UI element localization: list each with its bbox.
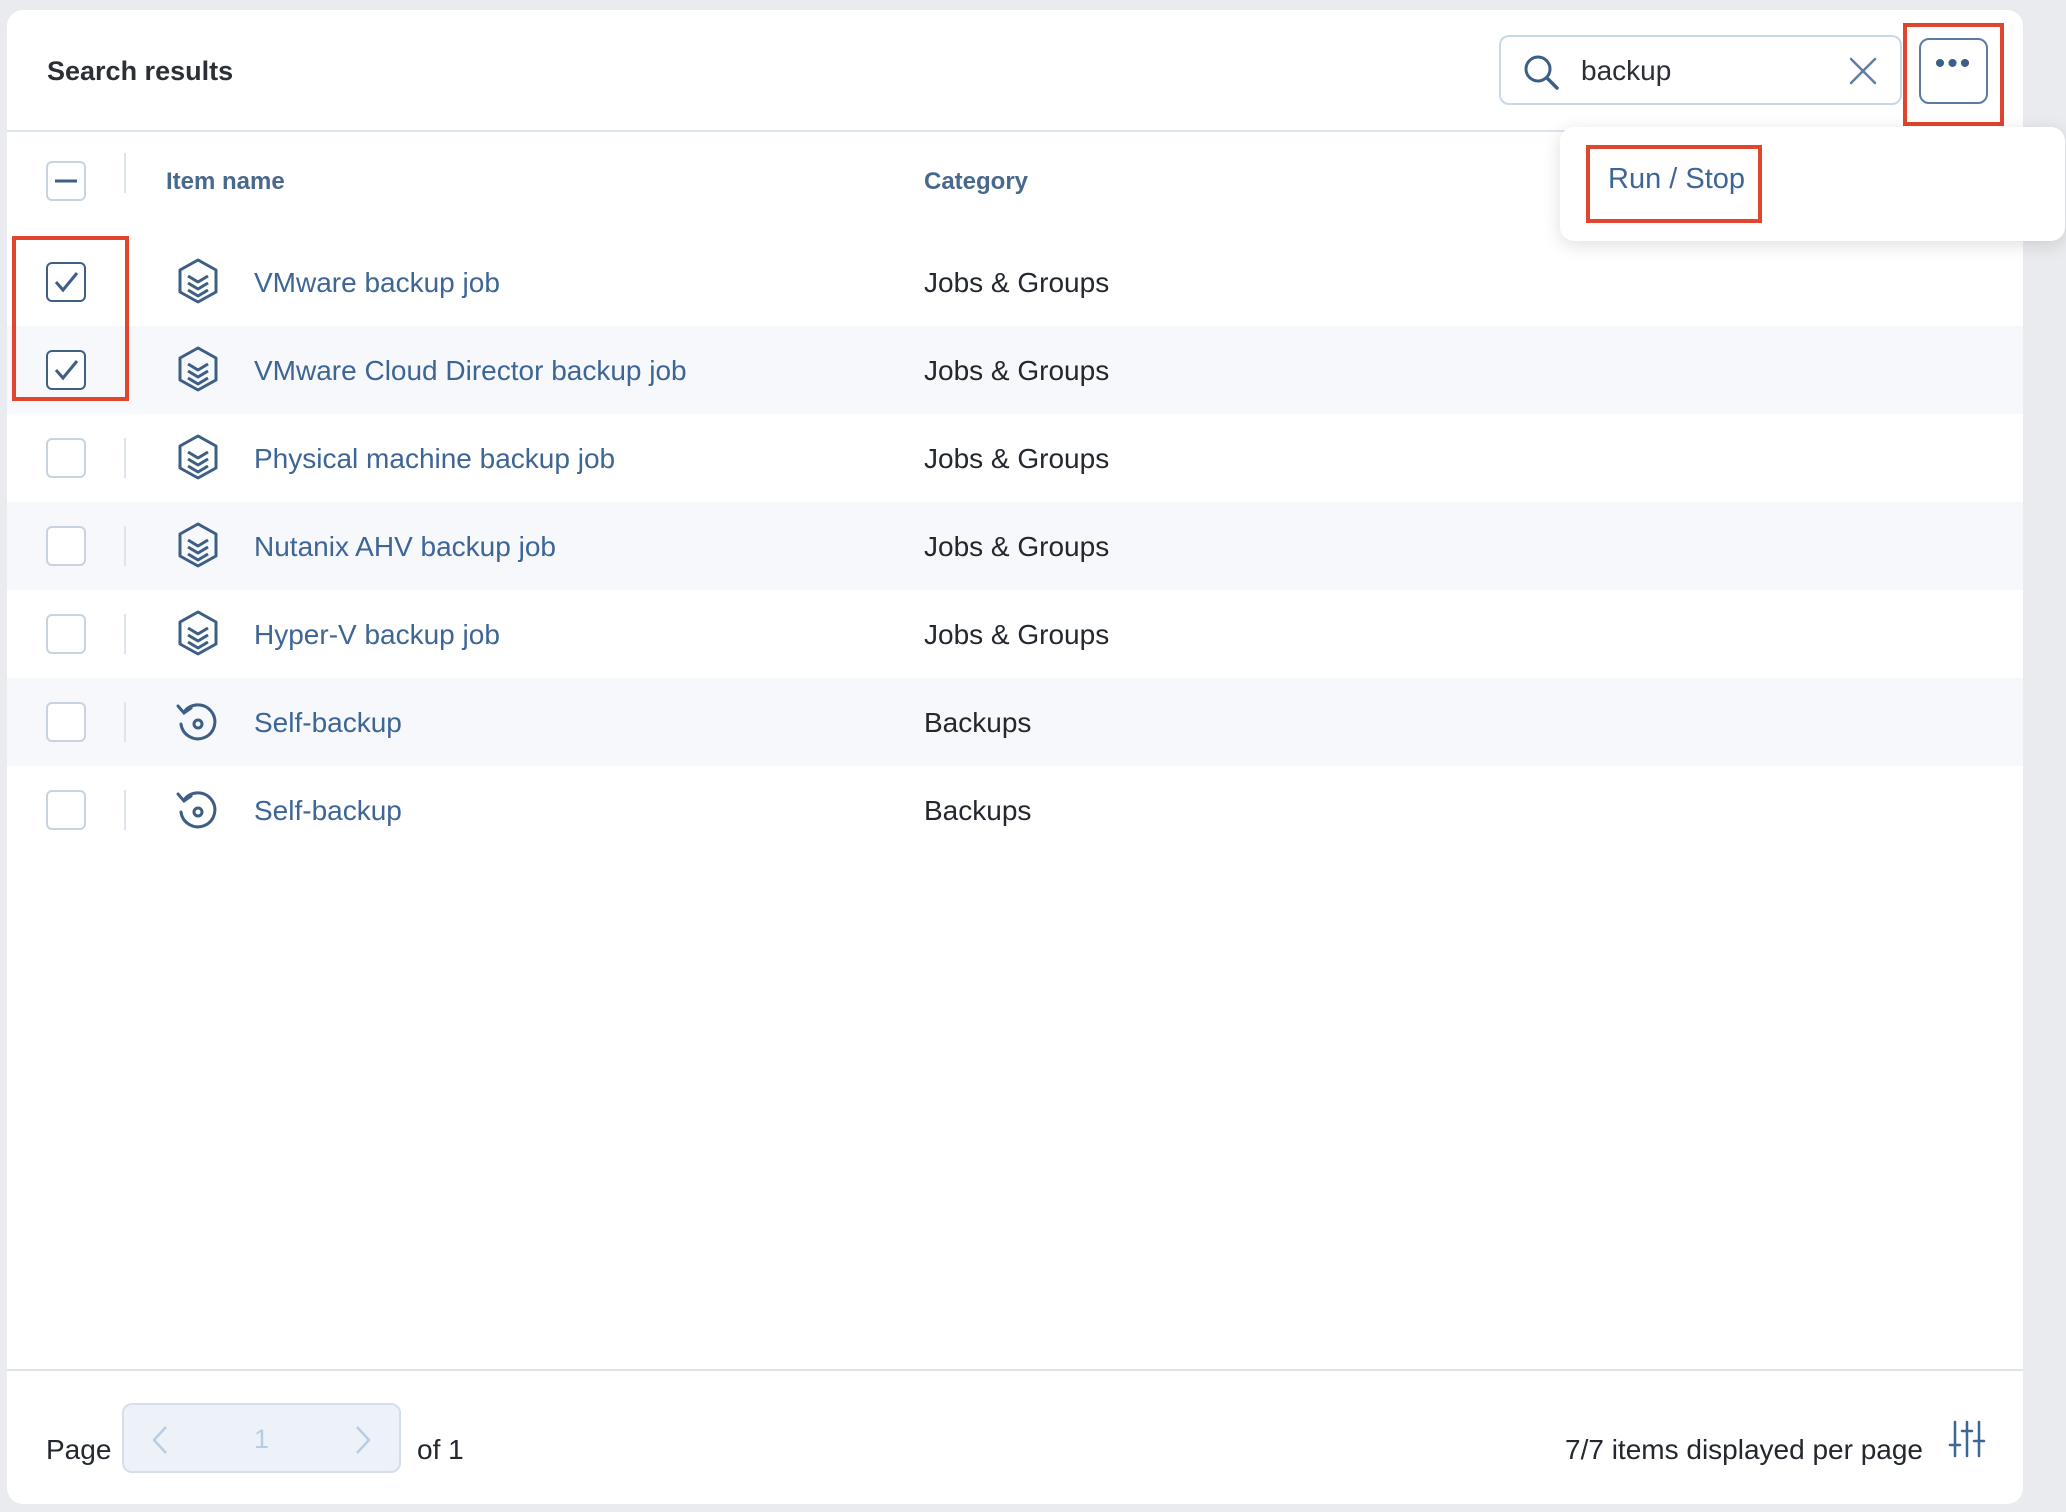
- item-name-link[interactable]: Self-backup: [254, 795, 402, 827]
- item-name-link[interactable]: VMware backup job: [254, 267, 500, 299]
- table-row[interactable]: VMware backup job Jobs & Groups: [7, 238, 2023, 326]
- table-row[interactable]: Self-backup Backups: [7, 766, 2023, 854]
- item-name-link[interactable]: VMware Cloud Director backup job: [254, 355, 687, 387]
- item-name-link[interactable]: Hyper-V backup job: [254, 619, 500, 651]
- column-header-category[interactable]: Category: [924, 168, 1028, 196]
- table-row[interactable]: Nutanix AHV backup job Jobs & Groups: [7, 502, 2023, 590]
- row-checkbox[interactable]: [46, 614, 86, 654]
- row-checkbox[interactable]: [46, 526, 86, 566]
- items-per-page-label: 7/7 items displayed per page: [1565, 1434, 1923, 1465]
- column-header-item-name[interactable]: Item name: [166, 168, 285, 196]
- row-checkbox[interactable]: [46, 790, 86, 830]
- row-checkbox[interactable]: [46, 262, 86, 302]
- table-row[interactable]: Hyper-V backup job Jobs & Groups: [7, 590, 2023, 678]
- item-name-link[interactable]: Nutanix AHV backup job: [254, 531, 556, 563]
- more-dots-icon: •••: [1934, 47, 1973, 80]
- job-layers-icon: [172, 432, 224, 484]
- column-separator: [124, 438, 126, 478]
- footer-divider: [7, 1369, 2023, 1371]
- job-layers-icon: [172, 520, 224, 572]
- job-layers-icon: [172, 344, 224, 396]
- search-results-panel: Search results ••• Item name Category VM…: [7, 10, 2065, 1504]
- search-icon: [1524, 55, 1559, 90]
- row-checkbox[interactable]: [46, 702, 86, 742]
- item-category: Jobs & Groups: [924, 355, 1110, 386]
- table-row[interactable]: Physical machine backup job Jobs & Groups: [7, 414, 2023, 502]
- item-category: Backups: [924, 795, 1032, 826]
- pagination: 1: [122, 1403, 401, 1473]
- column-separator: [124, 614, 126, 654]
- restore-icon: [172, 696, 224, 748]
- more-actions-menu: Run / Stop: [1560, 127, 2065, 241]
- column-separator: [124, 702, 126, 742]
- page-total-label: of 1: [417, 1434, 464, 1465]
- item-category: Backups: [924, 707, 1032, 738]
- search-box: [1499, 35, 1902, 105]
- clear-search-icon[interactable]: [1845, 53, 1881, 89]
- table-row[interactable]: Self-backup Backups: [7, 678, 2023, 766]
- table-row[interactable]: VMware Cloud Director backup job Jobs & G…: [7, 326, 2023, 414]
- item-category: Jobs & Groups: [924, 531, 1110, 562]
- item-category: Jobs & Groups: [924, 443, 1110, 474]
- restore-icon: [172, 784, 224, 836]
- item-name-link[interactable]: Self-backup: [254, 707, 402, 739]
- column-separator: [124, 790, 126, 830]
- item-name-link[interactable]: Physical machine backup job: [254, 443, 615, 475]
- page-label: Page: [46, 1434, 112, 1465]
- item-category: Jobs & Groups: [924, 619, 1110, 650]
- select-all-checkbox[interactable]: [46, 161, 86, 201]
- job-layers-icon: [172, 608, 224, 660]
- column-separator: [124, 526, 126, 566]
- column-settings-icon[interactable]: [1947, 1419, 1987, 1459]
- column-separator: [124, 153, 126, 193]
- indeterminate-icon: [55, 179, 77, 183]
- item-category: Jobs & Groups: [924, 267, 1110, 298]
- more-actions-button[interactable]: •••: [1919, 38, 1988, 104]
- search-input[interactable]: [1581, 49, 1801, 93]
- row-checkbox[interactable]: [46, 350, 86, 390]
- job-layers-icon: [172, 256, 224, 308]
- menu-item-run-stop[interactable]: Run / Stop: [1608, 163, 1745, 196]
- row-checkbox[interactable]: [46, 438, 86, 478]
- chevron-right-icon[interactable]: [347, 1423, 377, 1457]
- page-title: Search results: [47, 56, 234, 86]
